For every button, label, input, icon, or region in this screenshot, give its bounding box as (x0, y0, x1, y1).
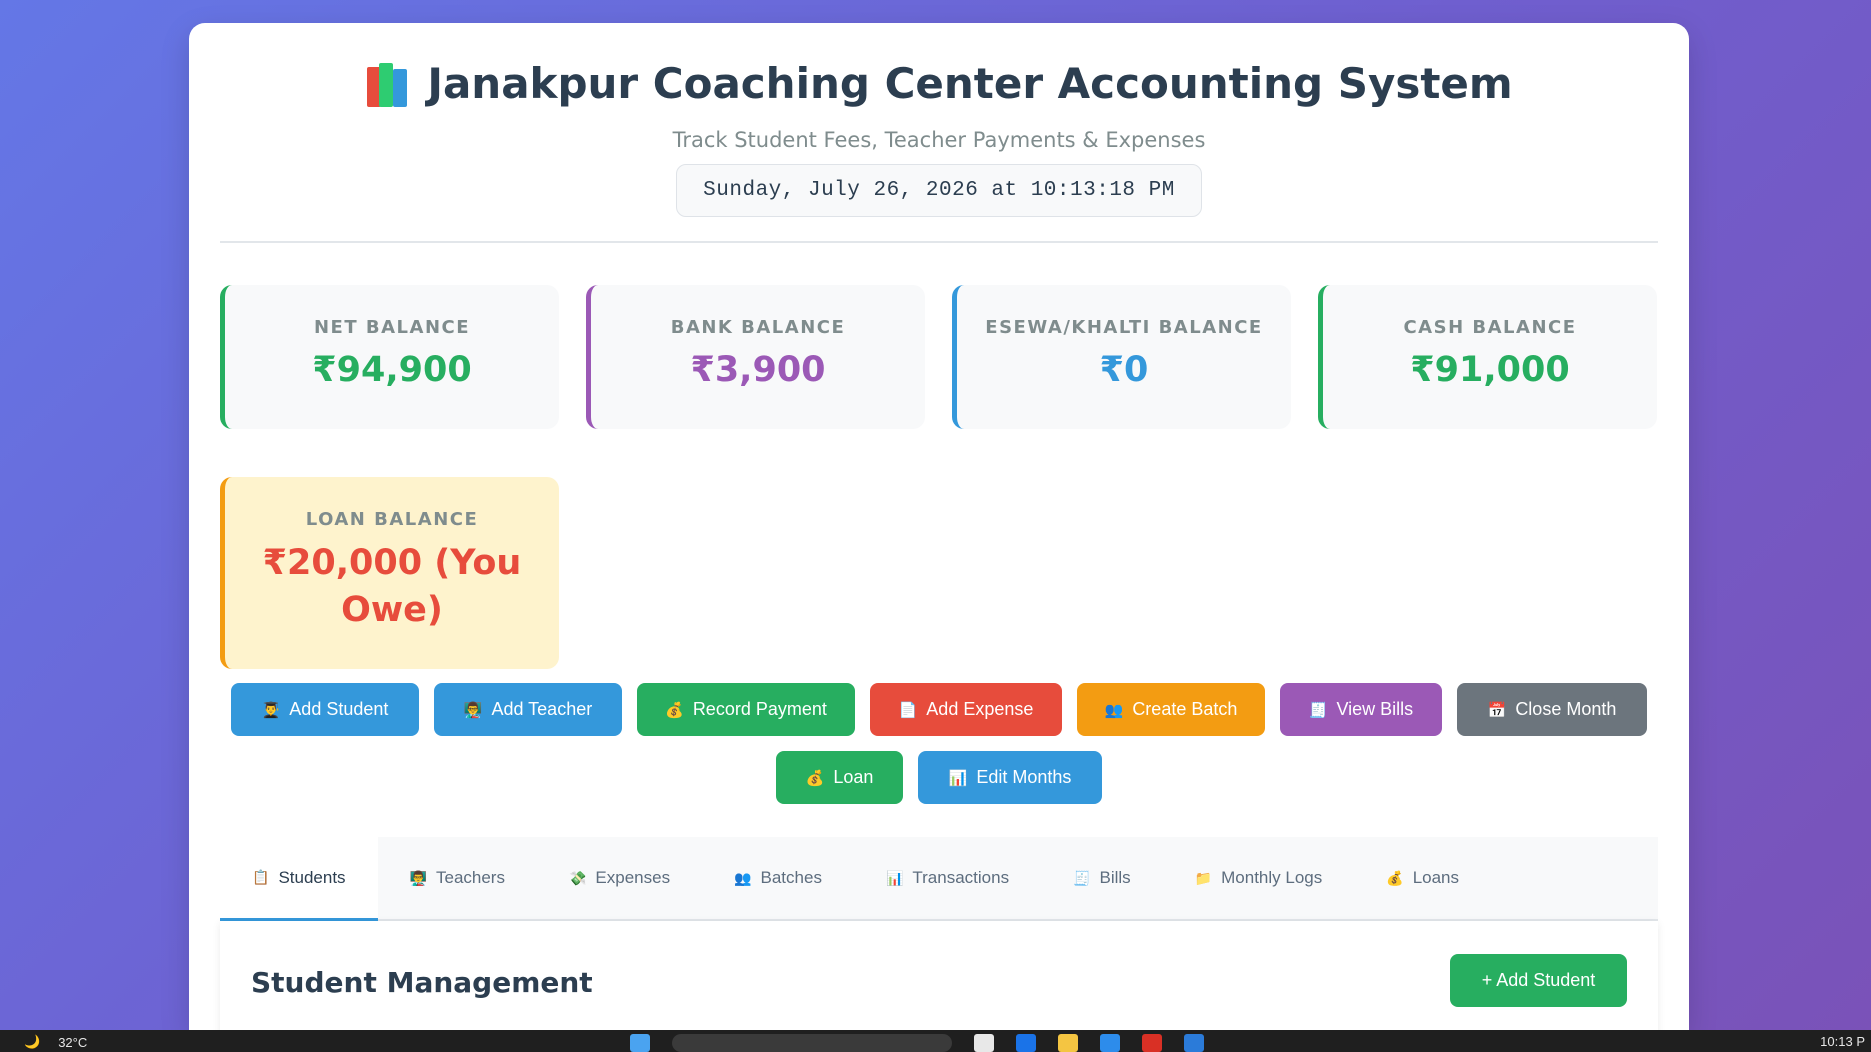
vscode-icon[interactable] (1184, 1034, 1204, 1052)
money-bag-icon: 💰 (1386, 869, 1404, 886)
money-bag-icon: 💰 (805, 769, 825, 787)
receipt-icon: 🧾 (1073, 869, 1091, 886)
card-label: CASH BALANCE (1403, 317, 1577, 338)
header-divider (220, 241, 1658, 243)
app-icon[interactable] (974, 1034, 994, 1052)
button-label: Add Teacher (491, 699, 593, 719)
cash-balance-card: CASH BALANCE ₹91,000 (1318, 285, 1657, 429)
page-title: Janakpur Coaching Center Accounting Syst… (189, 59, 1689, 108)
student-management-panel: Student Management + Add Student (220, 921, 1658, 1030)
record-payment-button[interactable]: 💰 Record Payment (637, 683, 855, 736)
card-value: ₹20,000 (You Owe) (262, 543, 522, 630)
datetime-display: Sunday, July 26, 2026 at 10:13:18 PM (676, 164, 1202, 217)
receipt-icon: 🧾 (1308, 701, 1328, 719)
button-label: Close Month (1515, 699, 1617, 719)
taskbar: 🌙 32°C 10:13 P (0, 1030, 1871, 1052)
add-student-button[interactable]: 👨‍🎓 Add Student (231, 683, 419, 736)
add-teacher-button[interactable]: 👨‍🏫 Add Teacher (434, 683, 622, 736)
tab-transactions[interactable]: 📊 Transactions (854, 837, 1041, 919)
folder-icon: 📁 (1194, 869, 1213, 886)
tab-loans[interactable]: 💰 Loans (1354, 837, 1491, 919)
main-container: Janakpur Coaching Center Accounting Syst… (189, 23, 1689, 1030)
money-bag-icon: 💰 (665, 701, 684, 719)
chart-icon: 📊 (885, 869, 904, 886)
action-buttons: 👨‍🎓 Add Student 👨‍🏫 Add Teacher 💰 Record… (189, 683, 1689, 819)
tab-label: Transactions (912, 868, 1010, 887)
card-label: NET BALANCE (313, 317, 471, 338)
card-value: ₹0 (1099, 350, 1149, 390)
start-icon[interactable] (630, 1034, 650, 1052)
tab-students[interactable]: 📋 Students (220, 837, 378, 921)
tab-bar: 📋 Students 👨‍🏫 Teachers 💸 Expenses 👥 Bat… (220, 837, 1658, 921)
taskbar-search[interactable] (672, 1034, 952, 1052)
button-label: Add Student (289, 699, 389, 719)
card-value: ₹91,000 (1410, 350, 1570, 390)
taskbar-clock[interactable]: 10:13 P (1820, 1034, 1865, 1049)
tab-label: Students (278, 867, 346, 887)
teacher-icon: 👨‍🏫 (409, 869, 427, 886)
browser-icon[interactable] (1016, 1034, 1036, 1052)
temperature: 32°C (58, 1034, 88, 1050)
page-title-text: Janakpur Coaching Center Accounting Syst… (427, 59, 1513, 108)
chrome-icon[interactable] (1142, 1034, 1162, 1052)
esewa-khalti-balance-card: ESEWA/KHALTI BALANCE ₹0 (952, 285, 1291, 429)
clipboard-icon: 📋 (252, 869, 270, 885)
close-month-button[interactable]: 📅 Close Month (1457, 683, 1647, 736)
card-value: ₹94,900 (312, 350, 472, 390)
chart-icon: 📊 (948, 769, 968, 787)
net-balance-card: NET BALANCE ₹94,900 (220, 285, 559, 429)
weather-widget[interactable]: 🌙 32°C (24, 1034, 87, 1050)
button-label: Add Expense (926, 699, 1034, 719)
tab-batches[interactable]: 👥 Batches (702, 837, 854, 919)
tab-label: Bills (1099, 868, 1131, 887)
store-icon[interactable] (1100, 1034, 1120, 1052)
tab-monthly-logs[interactable]: 📁 Monthly Logs (1163, 837, 1355, 919)
folder-icon[interactable] (1058, 1034, 1078, 1052)
student-icon: 👨‍🎓 (261, 701, 281, 719)
header: Janakpur Coaching Center Accounting Syst… (189, 23, 1689, 217)
money-wings-icon: 💸 (568, 869, 587, 886)
card-value: ₹3,900 (690, 350, 826, 390)
button-label: Create Batch (1132, 699, 1238, 719)
tab-expenses[interactable]: 💸 Expenses (537, 837, 702, 919)
card-label: ESEWA/KHALTI BALANCE (985, 317, 1263, 338)
document-icon: 📄 (898, 701, 918, 719)
page-subtitle: Track Student Fees, Teacher Payments & E… (672, 128, 1206, 152)
tab-label: Batches (760, 868, 822, 887)
tab-label: Loans (1412, 868, 1460, 887)
create-batch-button[interactable]: 👥 Create Batch (1077, 683, 1265, 736)
button-label: Loan (833, 767, 874, 787)
button-label: Edit Months (976, 767, 1072, 787)
button-label: View Bills (1336, 699, 1414, 719)
panel-title: Student Management (251, 966, 593, 999)
group-icon: 👥 (1104, 701, 1124, 719)
tab-teachers[interactable]: 👨‍🏫 Teachers (378, 837, 537, 919)
teacher-icon: 👨‍🏫 (463, 701, 483, 719)
card-label: BANK BALANCE (670, 317, 846, 338)
weather-icon: 🌙 (24, 1034, 41, 1049)
tab-label: Monthly Logs (1221, 868, 1323, 887)
books-icon (365, 61, 413, 107)
view-bills-button[interactable]: 🧾 View Bills (1280, 683, 1442, 736)
loan-button[interactable]: 💰 Loan (776, 751, 903, 804)
group-icon: 👥 (734, 869, 752, 886)
tab-label: Teachers (435, 868, 505, 887)
calendar-icon: 📅 (1487, 701, 1507, 719)
tab-bills[interactable]: 🧾 Bills (1041, 837, 1163, 919)
card-label: LOAN BALANCE (305, 509, 479, 530)
taskbar-apps (630, 1034, 1204, 1052)
tab-label: Expenses (595, 868, 671, 887)
add-expense-button[interactable]: 📄 Add Expense (870, 683, 1062, 736)
loan-balance-card: LOAN BALANCE ₹20,000 (You Owe) (220, 477, 559, 669)
bank-balance-card: BANK BALANCE ₹3,900 (586, 285, 925, 429)
edit-months-button[interactable]: 📊 Edit Months (918, 751, 1102, 804)
panel-add-student-button[interactable]: + Add Student (1450, 954, 1627, 1007)
button-label: Record Payment (692, 699, 827, 719)
